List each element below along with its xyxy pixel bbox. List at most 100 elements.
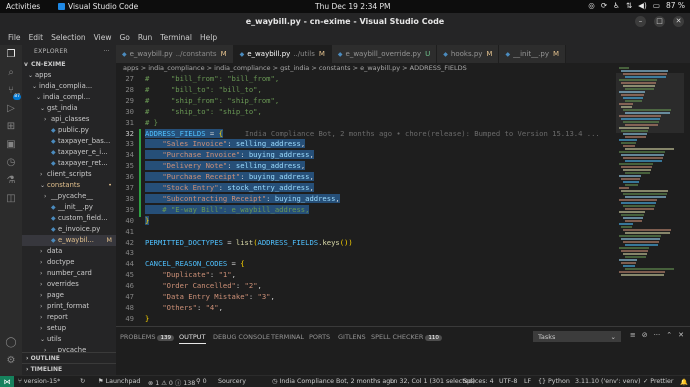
menu-run[interactable]: Run [134,31,156,45]
code-line[interactable]: 40} [116,215,616,227]
search-icon[interactable]: ⌕ [5,67,17,79]
folder-item[interactable]: › data [22,246,116,257]
indentation[interactable]: Spaces: 4 [463,378,494,385]
folder-item[interactable]: › client_scripts [22,169,116,180]
code-line[interactable]: 49} [116,314,616,325]
close-panel-icon[interactable]: ✕ [678,331,684,339]
code-line[interactable]: 33 "Sales Invoice": selling_address, [116,139,616,150]
minimize-button[interactable]: – [635,16,646,27]
menu-terminal[interactable]: Terminal [156,31,196,45]
panel-tab-problems[interactable]: PROBLEMS 139 [120,333,174,341]
end-of-line[interactable]: LF [524,378,531,385]
encoding[interactable]: UTF-8 [499,378,517,385]
ports-indicator[interactable]: ⚲ 0 [196,378,207,385]
output-channel-select[interactable]: Tasks ⌄ [533,331,621,342]
code-line[interactable]: 42 PERMITTED_DOCTYPES = list(ADDRESS_FIEL… [116,238,616,249]
panel-tab-gitlens[interactable]: GITLENS [338,333,366,341]
folder-item[interactable]: ⌄ utils [22,334,116,345]
testing-icon[interactable]: ⚗ [5,175,17,187]
more-actions-icon[interactable]: ··· [103,48,110,55]
code-line[interactable]: 43 [116,248,616,259]
folder-item[interactable]: › api_classes [22,114,116,125]
folder-item[interactable]: › overrides [22,279,116,290]
code-line[interactable]: 30 # "ship_to": "ship_to", [116,107,616,118]
code-line[interactable]: 38 "Subcontracting Receipt": buying_addr… [116,193,616,205]
update-icon[interactable]: ⟳ [601,1,607,10]
account-icon[interactable]: ◯ [5,337,17,349]
language-mode[interactable]: {} Python [538,378,570,385]
close-button[interactable]: ✕ [673,16,684,27]
app-menu[interactable]: Visual Studio Code [58,2,138,11]
folder-item[interactable]: ⌄ india_complia... [22,81,116,92]
panel-tab-terminal[interactable]: TERMINAL [271,333,304,341]
code-line[interactable]: 29 # "ship_from": "ship_from", [116,96,616,107]
maximize-button[interactable]: □ [654,16,665,27]
code-line[interactable]: 44 CANCEL_REASON_CODES = { [116,259,616,270]
panel-tab-ports[interactable]: PORTS [309,333,330,341]
panel-tab-debug-console[interactable]: DEBUG CONSOLE [213,333,270,341]
remote-indicator-icon[interactable]: ⋈ [0,376,14,387]
panel-tab-output[interactable]: OUTPUT [179,333,206,344]
menu-selection[interactable]: Selection [47,31,90,45]
sync-icon[interactable]: ↻ [80,378,85,385]
file-item[interactable]: ◆ __init__.py [22,202,116,213]
gitlens-icon[interactable]: ◷ [5,157,17,169]
breadcrumb[interactable]: apps > india_compliance > india_complian… [116,63,636,74]
code-line[interactable]: 48 "Others": "4", [116,303,616,314]
code-line[interactable]: 36 "Purchase Receipt": buying_address, [116,172,616,183]
code-line[interactable]: 35 "Delivery Note": selling_address, [116,161,616,172]
folder-item[interactable]: ⌄ gst_india [22,103,116,114]
launchpad-button[interactable]: ⚑ Launchpad [98,378,140,385]
file-item[interactable]: ◆ taxpayer_e_i... [22,147,116,158]
folder-item[interactable]: › __pycache__ [22,191,116,202]
code-line[interactable]: 41 [116,227,616,238]
problems-summary[interactable]: ⊗ 1 ⚠ 0 ⓘ 138 [148,378,195,387]
clear-output-icon[interactable]: ⊘ [642,331,648,339]
editor-tab[interactable]: ◆ hooks.py M [437,45,500,63]
folder-item[interactable]: › page [22,290,116,301]
maximize-panel-icon[interactable]: ⌃ [666,331,672,339]
git-branch[interactable]: ⑂ version-15* [18,378,60,385]
menu-view[interactable]: View [90,31,116,45]
folder-item[interactable]: › setup [22,323,116,334]
explorer-icon[interactable]: ❐ [5,49,17,61]
sourcery-button[interactable]: Sourcery [218,378,246,385]
activities-button[interactable]: Activities [6,2,40,11]
file-item[interactable]: ◆ taxpayer_ret... [22,158,116,169]
clock[interactable]: Thu Dec 19 2:34 PM [315,2,391,11]
system-tray[interactable]: ◎ ⟳ ♿ ⇅ ◀) ▭ 87 % [588,1,685,10]
run-debug-icon[interactable]: ▷ [5,103,17,115]
folder-item[interactable]: ⌄ constants • [22,180,116,191]
volume-icon[interactable]: ◀) [638,1,647,10]
code-line[interactable]: 27 # "bill_from": "bill_from", [116,74,616,85]
folder-item[interactable]: › print_format [22,301,116,312]
folder-item[interactable]: ⌄ apps [22,70,116,81]
file-item[interactable]: ◆ public.py [22,125,116,136]
code-line[interactable]: 39 # "E-way Bill": e_waybill_address, [116,204,616,216]
editor-tab[interactable]: ◆ e_waybill.py ../utils M [233,45,332,63]
code-line[interactable]: 45 "Duplicate": "1", [116,270,616,281]
folder-item[interactable]: › doctype [22,257,116,268]
code-editor[interactable]: 27 # "bill_from": "bill_from", 28 # "bill_t… [116,74,616,326]
extensions-icon[interactable]: ⊞ [5,121,17,133]
accessibility-icon[interactable]: ♿ [613,1,620,10]
prettier-status[interactable]: ✓ Prettier [643,378,673,385]
editor-tab[interactable]: ◆ e_waybill_override.py U [331,45,438,63]
lock-scroll-icon[interactable]: ≡ [630,331,636,339]
minimap[interactable] [616,63,690,326]
code-line[interactable]: 46 "Order Cancelled": "2", [116,281,616,292]
code-line[interactable]: 32 ADDRESS_FIELDS = {India Compliance Bot… [116,128,616,140]
code-line[interactable]: 37 "Stock Entry": stock_entry_address, [116,183,616,194]
file-item[interactable]: ◆ custom_field... [22,213,116,224]
code-line[interactable]: 34 "Purchase Invoice": buying_address, [116,150,616,161]
code-line[interactable]: 28 # "bill_to": "bill_to", [116,85,616,96]
code-line[interactable]: 47 "Data Entry Mistake": "3", [116,292,616,303]
settings-gear-icon[interactable]: ⚙ [5,355,17,367]
file-item[interactable]: ◆ e_invoice.py [22,224,116,235]
git-blame-status[interactable]: ◷ India Compliance Bot, 2 months ago [272,378,394,385]
more-actions-icon[interactable]: ··· [654,331,661,339]
folder-item[interactable]: ⌄ india_compl... [22,92,116,103]
remote-explorer-icon[interactable]: ▣ [5,139,17,151]
file-item[interactable]: ◆ e_waybil... M [22,235,116,246]
menu-help[interactable]: Help [196,31,221,45]
